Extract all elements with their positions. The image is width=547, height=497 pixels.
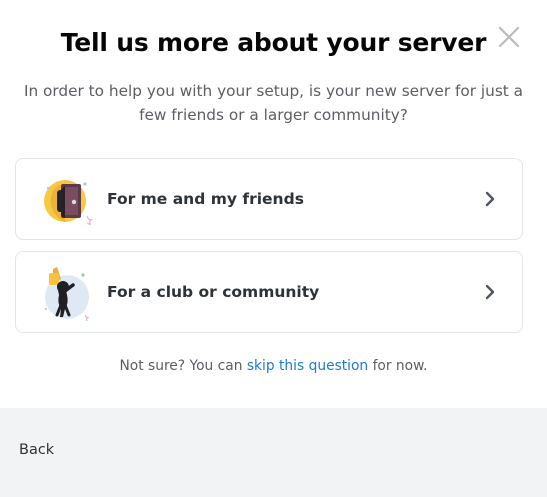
modal-footer: Back: [0, 408, 547, 497]
option-community-label: For a club or community: [107, 283, 320, 301]
option-friends-button[interactable]: For me and my friends: [15, 158, 523, 240]
create-server-modal: Tell us more about your server In order …: [0, 0, 547, 497]
friends-illustration-icon: [44, 180, 93, 226]
skip-note-suffix: for now.: [368, 358, 428, 374]
option-friends-label: For me and my friends: [107, 190, 304, 208]
modal-subtitle: In order to help you with your setup, is…: [23, 82, 524, 124]
skip-note-prefix: Not sure? You can: [119, 358, 247, 374]
back-button[interactable]: Back: [19, 442, 54, 458]
option-community-button[interactable]: For a club or community: [15, 251, 523, 333]
skip-note: Not sure? You can skip this question for…: [0, 358, 547, 374]
community-illustration-icon: [45, 267, 90, 321]
chevron-right-icon: [485, 284, 495, 300]
chevron-right-icon: [485, 191, 495, 207]
skip-question-link[interactable]: skip this question: [247, 358, 368, 374]
modal-title: Tell us more about your server: [60, 28, 487, 57]
